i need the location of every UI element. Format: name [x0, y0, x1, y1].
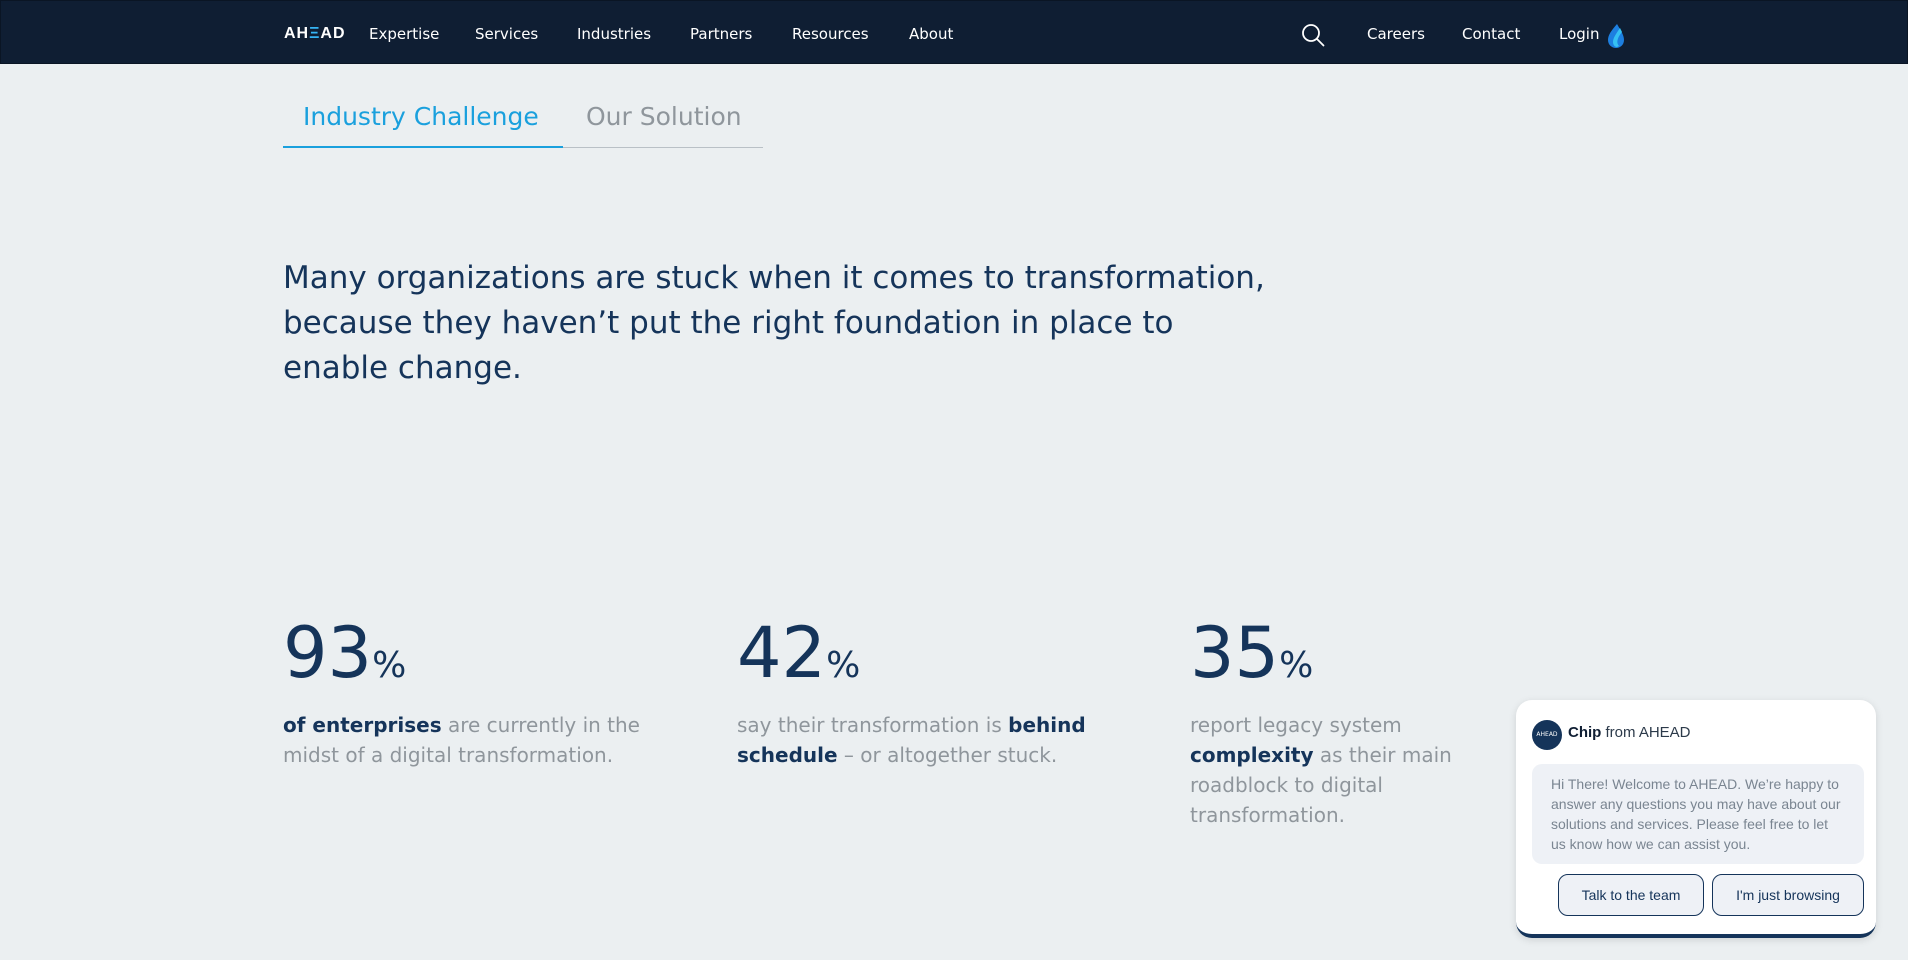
stat-highlight: of enterprises: [283, 713, 442, 737]
stat-card: 35% report legacy system complexity as t…: [1190, 618, 1530, 830]
nav-careers[interactable]: Careers: [1367, 25, 1425, 43]
stat-card: 42% say their transformation is behind s…: [737, 618, 1097, 770]
stat-value: 35%: [1190, 618, 1530, 688]
stat-text-after: – or altogether stuck.: [837, 743, 1058, 767]
stat-text-before: say their transformation is: [737, 713, 1009, 737]
stat-description: say their transformation is behind sched…: [737, 710, 1097, 770]
stat-description: report legacy system complexity as their…: [1190, 710, 1530, 830]
stat-unit: %: [1279, 645, 1314, 686]
stat-card: 93% of enterprises are currently in the …: [283, 618, 643, 770]
stat-unit: %: [372, 645, 407, 686]
nav-contact[interactable]: Contact: [1462, 25, 1520, 43]
nav-expertise[interactable]: Expertise: [369, 25, 439, 43]
stat-description: of enterprises are currently in the mids…: [283, 710, 643, 770]
stat-text-before: report legacy system: [1190, 713, 1402, 737]
chat-widget: AHEAD Chip from AHEAD Hi There! Welcome …: [1516, 700, 1876, 938]
just-browsing-button[interactable]: I'm just browsing: [1712, 874, 1864, 916]
nav-industries[interactable]: Industries: [577, 25, 651, 43]
chat-welcome-message: Hi There! Welcome to AHEAD. We’re happy …: [1532, 764, 1864, 864]
talk-to-team-button[interactable]: Talk to the team: [1558, 874, 1704, 916]
nav-services[interactable]: Services: [475, 25, 538, 43]
headline: Many organizations are stuck when it com…: [283, 260, 1265, 386]
stat-number: 93: [283, 612, 373, 694]
login-drop-icon[interactable]: [1605, 23, 1627, 49]
chat-agent-name: Chip: [1568, 724, 1602, 741]
chat-avatar: AHEAD: [1532, 720, 1562, 750]
stat-value: 42%: [737, 618, 1097, 688]
stat-number: 42: [737, 612, 827, 694]
top-navigation-bar: AHΞAD Expertise Services Industries Part…: [0, 0, 1908, 64]
nav-resources[interactable]: Resources: [792, 25, 869, 43]
chat-agent-from: from AHEAD: [1601, 724, 1691, 741]
nav-partners[interactable]: Partners: [690, 25, 752, 43]
stat-highlight: complexity: [1190, 743, 1314, 767]
nav-login[interactable]: Login: [1559, 25, 1599, 43]
chat-title: Chip from AHEAD: [1568, 724, 1691, 741]
ahead-logo[interactable]: AHΞAD: [284, 25, 346, 43]
stat-number: 35: [1190, 612, 1280, 694]
nav-about[interactable]: About: [909, 25, 953, 43]
tab-industry-challenge[interactable]: Industry Challenge: [283, 98, 563, 148]
stat-value: 93%: [283, 618, 643, 688]
stat-unit: %: [826, 645, 861, 686]
tab-bar: Industry Challenge Our Solution: [283, 98, 763, 148]
search-icon[interactable]: [1301, 23, 1325, 47]
tab-our-solution[interactable]: Our Solution: [563, 98, 763, 148]
